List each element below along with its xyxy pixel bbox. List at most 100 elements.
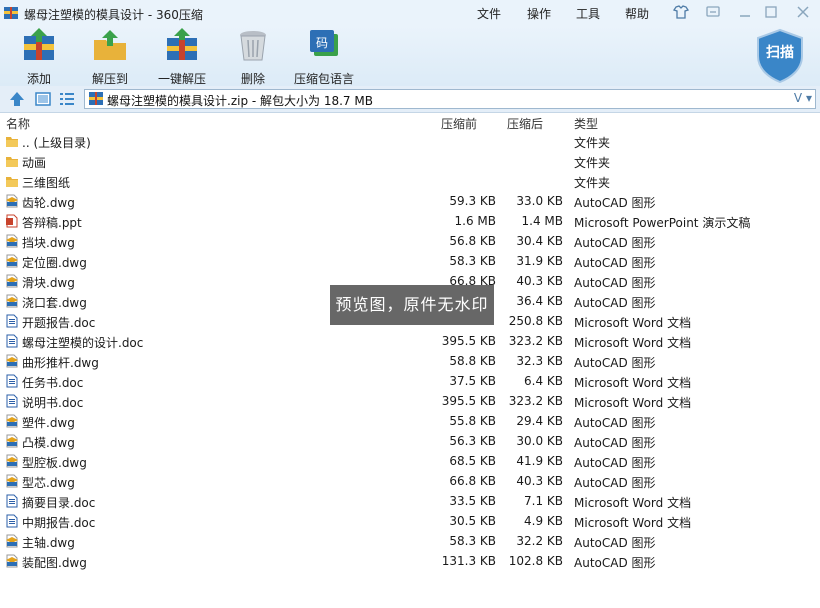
table-row[interactable]: 螺母注塑模的设计.doc 395.5 KB 323.2 KB Microsoft Wo… [0, 331, 820, 351]
minimize-icon[interactable] [736, 4, 754, 20]
file-name: 型腔板.dwg [22, 456, 87, 470]
file-type: 文件夹 [574, 156, 611, 170]
file-name: .. (上级目录) [22, 136, 91, 150]
doc-file-icon [5, 394, 19, 408]
list-view-icon[interactable] [58, 90, 76, 108]
file-size: 395.5 KB [441, 394, 496, 408]
file-name: 三维图纸 [22, 176, 71, 190]
table-row[interactable]: 曲形推杆.dwg 58.8 KB 32.3 KB AutoCAD 图形 [0, 351, 820, 371]
file-compressed-size: 250.8 KB [508, 314, 563, 328]
archive-path: 螺母注塑模的模具设计.zip - 解包大小为 18.7 MB [107, 94, 373, 108]
file-type: Microsoft PowerPoint 演示文稿 [574, 216, 751, 230]
column-size[interactable]: 压缩前 [441, 115, 477, 132]
address-bar: 螺母注塑模的模具设计.zip - 解包大小为 18.7 MB V ▾ [0, 86, 820, 113]
toolbar: 添加 解压到 一键解压 删除 码 压缩包语言 扫描 [0, 26, 820, 86]
doc-file-icon [5, 514, 19, 528]
column-header: 名称 压缩前 压缩后 类型 [0, 113, 820, 131]
file-size: 55.8 KB [449, 414, 496, 428]
scan-label: 扫描 [766, 45, 794, 61]
dwg-file-icon [5, 534, 19, 548]
up-arrow-icon[interactable] [8, 90, 26, 108]
file-compressed-size: 1.4 MB [521, 214, 563, 228]
feedback-icon[interactable] [704, 4, 722, 20]
path-field[interactable]: 螺母注塑模的模具设计.zip - 解包大小为 18.7 MB V ▾ [84, 89, 816, 109]
file-compressed-size: 30.0 KB [516, 434, 563, 448]
file-size: 58.8 KB [449, 354, 496, 368]
dwg-file-icon [5, 274, 19, 288]
dwg-file-icon [5, 434, 19, 448]
ppt-file-icon [5, 214, 19, 228]
path-dropdown-button[interactable]: V ▾ [794, 91, 812, 105]
table-row[interactable]: 摘要目录.doc 33.5 KB 7.1 KB Microsoft Word 文档 [0, 491, 820, 511]
file-type: AutoCAD 图形 [574, 296, 656, 310]
skin-shirt-icon[interactable] [672, 4, 690, 20]
table-row[interactable]: 塑件.dwg 55.8 KB 29.4 KB AutoCAD 图形 [0, 411, 820, 431]
file-name: 任务书.doc [22, 376, 84, 390]
table-row[interactable]: 中期报告.doc 30.5 KB 4.9 KB Microsoft Word 文档 [0, 511, 820, 531]
maximize-icon[interactable] [762, 4, 780, 20]
table-row[interactable]: 三维图纸 文件夹 [0, 171, 820, 191]
menu-file[interactable]: 文件 [477, 5, 501, 22]
column-type[interactable]: 类型 [574, 115, 598, 132]
menu-tools[interactable]: 工具 [576, 5, 600, 22]
file-size: 131.3 KB [441, 554, 496, 568]
table-row[interactable]: 型腔板.dwg 68.5 KB 41.9 KB AutoCAD 图形 [0, 451, 820, 471]
menu-operation[interactable]: 操作 [527, 5, 551, 22]
add-button[interactable]: 添加 [20, 28, 58, 87]
table-row[interactable]: 答辩稿.ppt 1.6 MB 1.4 MB Microsoft PowerPoint … [0, 211, 820, 231]
scan-button[interactable]: 扫描 [754, 28, 806, 84]
table-row[interactable]: 型芯.dwg 66.8 KB 40.3 KB AutoCAD 图形 [0, 471, 820, 491]
file-type: AutoCAD 图形 [574, 356, 656, 370]
table-row[interactable]: 主轴.dwg 58.3 KB 32.2 KB AutoCAD 图形 [0, 531, 820, 551]
file-compressed-size: 40.3 KB [516, 474, 563, 488]
file-compressed-size: 323.2 KB [508, 334, 563, 348]
archive-language-button[interactable]: 码 压缩包语言 [292, 28, 356, 87]
file-type: AutoCAD 图形 [574, 436, 656, 450]
watermark: 预览图，原件无水印 [330, 285, 494, 325]
file-size: 58.3 KB [449, 254, 496, 268]
thumbnail-view-icon[interactable] [34, 90, 52, 108]
file-compressed-size: 40.3 KB [516, 274, 563, 288]
file-name: 答辩稿.ppt [22, 216, 82, 230]
one-click-extract-icon [167, 28, 197, 60]
column-compressed[interactable]: 压缩后 [507, 115, 543, 132]
dwg-file-icon [5, 294, 19, 308]
file-name: 说明书.doc [22, 396, 84, 410]
file-type: Microsoft Word 文档 [574, 316, 692, 330]
trash-can-icon [240, 31, 266, 61]
file-name: 动画 [22, 156, 47, 170]
file-name: 开题报告.doc [22, 316, 96, 330]
table-row[interactable]: 定位圈.dwg 58.3 KB 31.9 KB AutoCAD 图形 [0, 251, 820, 271]
close-icon[interactable] [794, 4, 812, 20]
file-type: AutoCAD 图形 [574, 196, 656, 210]
file-type: AutoCAD 图形 [574, 256, 656, 270]
file-compressed-size: 102.8 KB [508, 554, 563, 568]
file-size: 59.3 KB [449, 194, 496, 208]
delete-button[interactable]: 删除 [234, 28, 272, 87]
file-size: 66.8 KB [449, 474, 496, 488]
path-dropdown-label: V [793, 91, 803, 105]
file-compressed-size: 36.4 KB [516, 294, 563, 308]
table-row[interactable]: 凸模.dwg 56.3 KB 30.0 KB AutoCAD 图形 [0, 431, 820, 451]
file-type: Microsoft Word 文档 [574, 376, 692, 390]
table-row[interactable]: 齿轮.dwg 59.3 KB 33.0 KB AutoCAD 图形 [0, 191, 820, 211]
extract-to-button[interactable]: 解压到 [88, 28, 132, 87]
menu-help[interactable]: 帮助 [625, 5, 649, 22]
one-click-extract-button[interactable]: 一键解压 [156, 28, 208, 87]
add-archive-icon [24, 28, 54, 60]
table-row[interactable]: 动画 文件夹 [0, 151, 820, 171]
archive-language-label: 压缩包语言 [293, 72, 354, 86]
table-row[interactable]: 任务书.doc 37.5 KB 6.4 KB Microsoft Word 文档 [0, 371, 820, 391]
table-row[interactable]: 装配图.dwg 131.3 KB 102.8 KB AutoCAD 图形 [0, 551, 820, 571]
table-row[interactable]: 说明书.doc 395.5 KB 323.2 KB Microsoft Word 文档 [0, 391, 820, 411]
column-name[interactable]: 名称 [6, 115, 30, 132]
file-type: Microsoft Word 文档 [574, 336, 692, 350]
file-size: 30.5 KB [449, 514, 496, 528]
table-row[interactable]: 挡块.dwg 56.8 KB 30.4 KB AutoCAD 图形 [0, 231, 820, 251]
dwg-file-icon [5, 454, 19, 468]
folder-icon [5, 174, 19, 188]
table-row[interactable]: .. (上级目录) 文件夹 [0, 131, 820, 151]
file-compressed-size: 32.3 KB [516, 354, 563, 368]
dwg-file-icon [5, 254, 19, 268]
file-type: Microsoft Word 文档 [574, 496, 692, 510]
